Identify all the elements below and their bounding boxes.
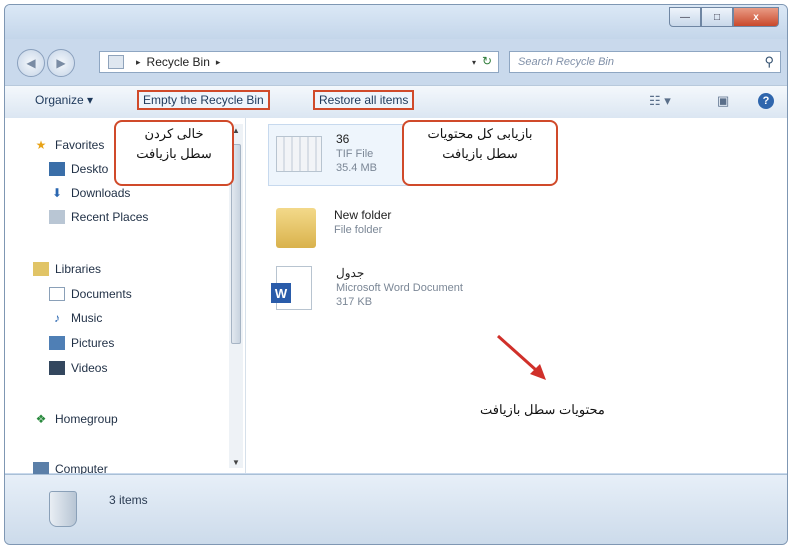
content-label: محتویات سطل بازیافت bbox=[480, 402, 605, 417]
annotation-arrow-layer bbox=[496, 334, 546, 380]
red-arrow-line bbox=[496, 334, 538, 372]
